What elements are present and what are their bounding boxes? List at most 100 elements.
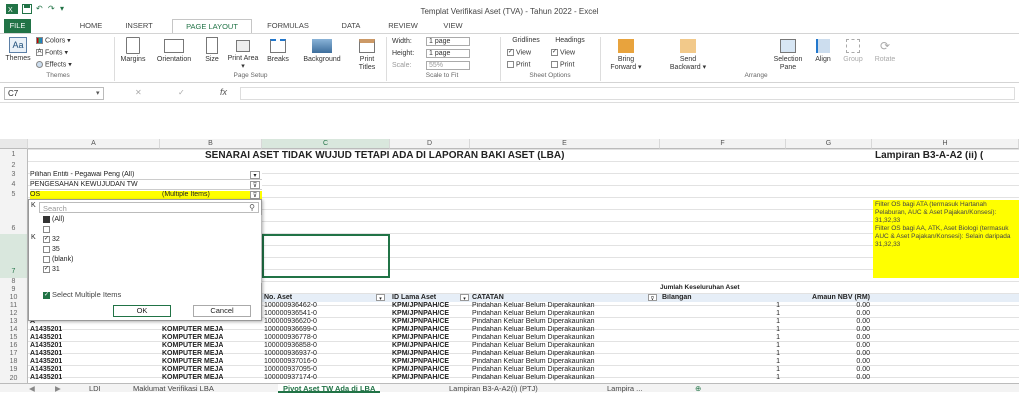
- cell-id-lama[interactable]: KPM/JPNPAH/CE: [392, 342, 470, 350]
- tab-home[interactable]: HOME: [74, 19, 108, 33]
- cell-catatan[interactable]: Pindahan Keluar Belum Diperakaunkan: [472, 334, 595, 342]
- column-header-e[interactable]: E: [470, 139, 660, 149]
- gridlines-view-checkbox[interactable]: ✓ View: [507, 49, 531, 57]
- column-header-b[interactable]: B: [160, 139, 262, 149]
- cell-bilangan[interactable]: 1: [660, 334, 780, 342]
- column-header-h[interactable]: H: [872, 139, 1019, 149]
- popup-item-31[interactable]: ✓ 31: [43, 265, 213, 275]
- insert-function-icon[interactable]: fx: [220, 87, 227, 97]
- cell-keterangan[interactable]: KOMPUTER MEJA: [162, 358, 223, 366]
- margins-button[interactable]: Margins: [118, 37, 148, 64]
- cell-keterangan[interactable]: KOMPUTER MEJA: [162, 366, 223, 374]
- cell-nbv[interactable]: 0.00: [786, 342, 870, 350]
- cell-nbv[interactable]: 0.00: [786, 374, 870, 382]
- row-header[interactable]: 3: [0, 170, 28, 180]
- popup-search-input[interactable]: Search ⚲: [39, 202, 259, 213]
- cell-nbv[interactable]: 0.00: [786, 302, 870, 310]
- cell-no-aset[interactable]: 100000936699-0: [264, 326, 317, 334]
- cell-nbv[interactable]: 0.00: [786, 334, 870, 342]
- row-header[interactable]: 5: [0, 190, 28, 200]
- row-header[interactable]: 7: [0, 234, 28, 278]
- tab-insert[interactable]: INSERT: [120, 19, 158, 33]
- cell-kod[interactable]: A1435201: [30, 374, 62, 382]
- formula-input[interactable]: [240, 87, 1015, 100]
- colors-button[interactable]: Colors ▾: [36, 37, 71, 45]
- height-combo[interactable]: 1 page: [426, 49, 470, 58]
- cell-id-lama[interactable]: KPM/JPNPAH/CE: [392, 366, 470, 374]
- no-aset-dropdown-icon[interactable]: ▾: [376, 294, 385, 301]
- cell-catatan[interactable]: Pindahan Keluar Belum Diperakaunkan: [472, 374, 595, 382]
- id-lama-dropdown-icon[interactable]: ▾: [460, 294, 469, 301]
- popup-item-list[interactable]: (All) ✓ 32 35 (blank) ✓ 31: [43, 215, 213, 283]
- row-header[interactable]: 12: [0, 310, 28, 318]
- cell-no-aset[interactable]: 100000936778-0: [264, 334, 317, 342]
- width-combo[interactable]: 1 page: [426, 37, 470, 46]
- cell-bilangan[interactable]: 1: [660, 350, 780, 358]
- background-button[interactable]: Background: [296, 37, 348, 64]
- orientation-button[interactable]: Orientation: [150, 37, 198, 64]
- cell-keterangan[interactable]: KOMPUTER MEJA: [162, 350, 223, 358]
- cell-keterangan[interactable]: KOMPUTER MEJA: [162, 374, 223, 382]
- row-header[interactable]: 9: [0, 286, 28, 294]
- breaks-button[interactable]: Breaks: [263, 37, 293, 64]
- cell-nbv[interactable]: 0.00: [786, 358, 870, 366]
- tab-view[interactable]: VIEW: [439, 19, 467, 33]
- size-button[interactable]: Size: [200, 37, 224, 64]
- row-header[interactable]: 15: [0, 334, 28, 342]
- cell-no-aset[interactable]: 100000937016-0: [264, 358, 317, 366]
- align-button[interactable]: Align: [810, 37, 836, 64]
- filter-pengesahan-funnel-icon[interactable]: ⊽: [250, 181, 260, 189]
- cell-id-lama[interactable]: KPM/JPNPAH/CE: [392, 350, 470, 358]
- row-header[interactable]: 10: [0, 294, 28, 302]
- catatan-funnel-icon[interactable]: ⊽: [648, 294, 657, 301]
- cell-catatan[interactable]: Pindahan Keluar Belum Diperakaunkan: [472, 358, 595, 366]
- themes-button[interactable]: Aa Themes: [3, 37, 33, 63]
- headings-print-checkbox[interactable]: Print: [551, 61, 574, 69]
- cell-no-aset[interactable]: 100000937095-0: [264, 366, 317, 374]
- cell-nbv[interactable]: 0.00: [786, 326, 870, 334]
- cell-keterangan[interactable]: KOMPUTER MEJA: [162, 326, 223, 334]
- column-header-f[interactable]: F: [660, 139, 786, 149]
- popup-item-blank[interactable]: (blank): [43, 255, 213, 265]
- print-titles-button[interactable]: Print Titles: [352, 37, 382, 72]
- ok-button[interactable]: OK: [113, 305, 171, 317]
- headings-view-checkbox[interactable]: ✓ View: [551, 49, 575, 57]
- cell-id-lama[interactable]: KPM/JPNPAH/CE: [392, 326, 470, 334]
- cell-no-aset[interactable]: 100000936858-0: [264, 342, 317, 350]
- row-header[interactable]: 8: [0, 278, 28, 286]
- row-header[interactable]: 1: [0, 149, 28, 161]
- cell-catatan[interactable]: Pindahan Keluar Belum Diperakaunkan: [472, 350, 595, 358]
- cell-kod[interactable]: A1435201: [30, 326, 62, 334]
- print-area-button[interactable]: Print Area ▾: [227, 37, 259, 71]
- cell-bilangan[interactable]: 1: [660, 310, 780, 318]
- cell-id-lama[interactable]: KPM/JPNPAH/CE: [392, 310, 470, 318]
- cell-id-lama[interactable]: KPM/JPNPAH/CE: [392, 374, 470, 382]
- row-header[interactable]: 20: [0, 374, 28, 383]
- cell-nbv[interactable]: 0.00: [786, 318, 870, 326]
- rotate-button[interactable]: ⟳ Rotate: [870, 37, 900, 64]
- scale-spinner[interactable]: 55%: [426, 61, 470, 70]
- cell-nbv[interactable]: 0.00: [786, 366, 870, 374]
- cell-id-lama[interactable]: KPM/JPNPAH/CE: [392, 358, 470, 366]
- cell-bilangan[interactable]: 1: [660, 358, 780, 366]
- cell-id-lama[interactable]: KPM/JPNPAH/CE: [392, 318, 470, 326]
- gridlines-print-checkbox[interactable]: Print: [507, 61, 530, 69]
- cell-catatan[interactable]: Pindahan Keluar Belum Diperakaunkan: [472, 366, 595, 374]
- search-icon[interactable]: ⚲: [249, 203, 255, 212]
- name-box[interactable]: C7: [4, 87, 104, 100]
- cell-nbv[interactable]: 0.00: [786, 350, 870, 358]
- row-header[interactable]: 11: [0, 302, 28, 310]
- cell-kod[interactable]: A1435201: [30, 350, 62, 358]
- tab-review[interactable]: REVIEW: [384, 19, 422, 33]
- cancel-icon[interactable]: ✕: [135, 88, 142, 97]
- popup-item-35[interactable]: 35: [43, 245, 213, 255]
- cell-bilangan[interactable]: 1: [660, 374, 780, 382]
- cell-catatan[interactable]: Pindahan Keluar Belum Diperakaunkan: [472, 318, 595, 326]
- cell-catatan[interactable]: Pindahan Keluar Belum Diperakaunkan: [472, 310, 595, 318]
- row-header[interactable]: 2: [0, 161, 28, 170]
- popup-item-all[interactable]: (All): [43, 215, 213, 225]
- cell-kod[interactable]: A1435201: [30, 342, 62, 350]
- cell-id-lama[interactable]: KPM/JPNPAH/CE: [392, 302, 470, 310]
- tab-file[interactable]: FILE: [4, 19, 31, 33]
- cell-no-aset[interactable]: 100000936620-0: [264, 318, 317, 326]
